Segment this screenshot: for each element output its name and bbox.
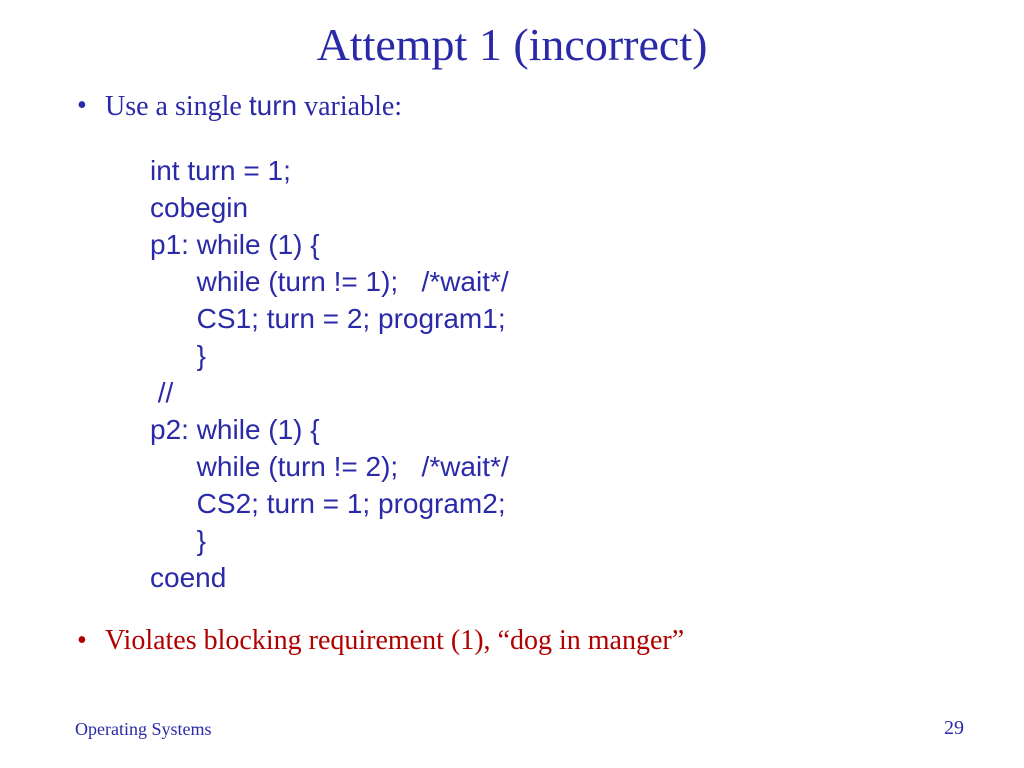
bullet-suffix: variable: <box>297 91 402 122</box>
violates-item: • Violates blocking requirement (1), “do… <box>77 624 964 658</box>
footer-left: Operating Systems <box>75 719 212 740</box>
bullet-item: • Use a single turn variable: <box>77 89 964 124</box>
bullet-dot-icon: • <box>77 624 105 658</box>
code-block: int turn = 1; cobegin p1: while (1) { wh… <box>150 152 964 596</box>
violates-text: Violates blocking requirement (1), “dog … <box>105 624 684 658</box>
content-area: • Use a single turn variable: int turn =… <box>0 71 1024 658</box>
bullet-prefix: Use a single <box>105 91 249 122</box>
bullet-dot-icon: • <box>77 89 105 123</box>
page-number: 29 <box>944 717 964 740</box>
bullet-text: Use a single turn variable: <box>105 89 402 124</box>
slide-title: Attempt 1 (incorrect) <box>0 0 1024 71</box>
bullet-turn-word: turn <box>249 90 297 121</box>
slide: Attempt 1 (incorrect) • Use a single tur… <box>0 0 1024 768</box>
